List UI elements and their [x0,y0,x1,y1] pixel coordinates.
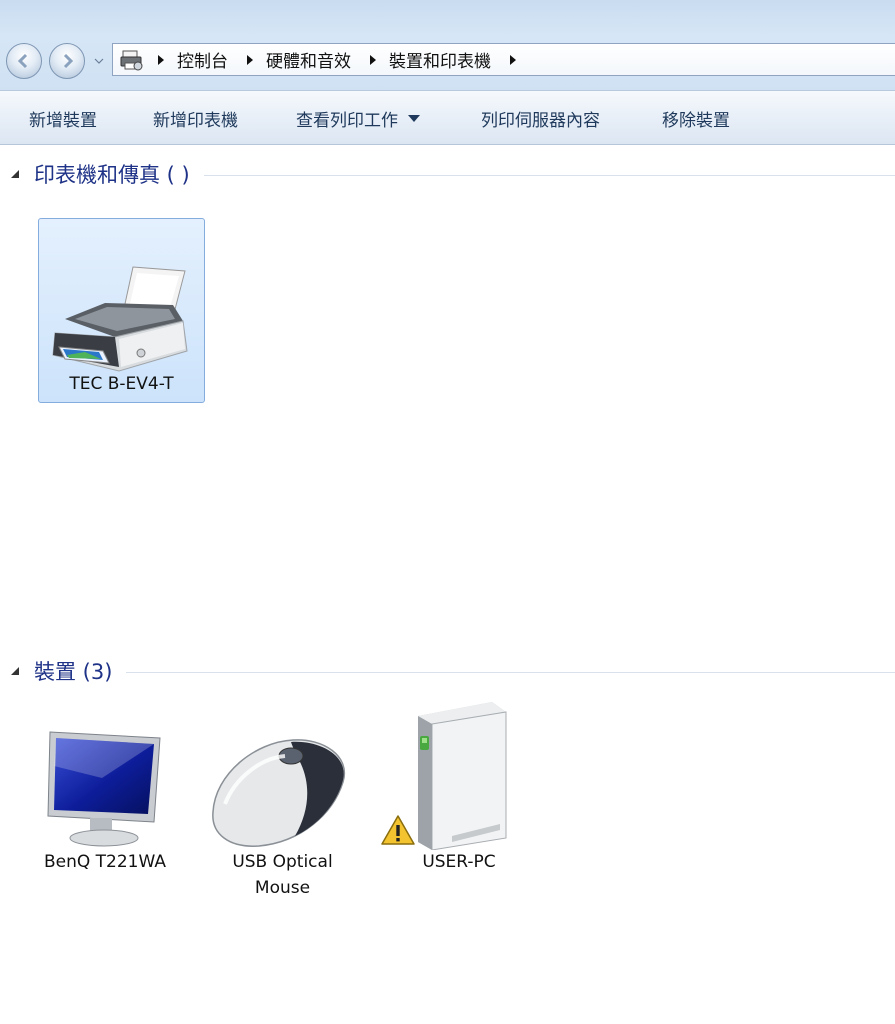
address-bar[interactable]: 控制台 硬體和音效 裝置和印表機 [112,43,895,76]
print-server-properties-button[interactable]: 列印伺服器內容 [481,106,600,131]
print-server-properties-label: 列印伺服器內容 [481,111,600,131]
device-item-mouse[interactable]: USB Optical Mouse [205,720,360,900]
breadcrumb-separator-icon[interactable] [157,54,165,65]
add-printer-button[interactable]: 新增印表機 [153,106,238,131]
group-divider [126,671,895,673]
see-print-jobs-button[interactable]: 查看列印工作 [296,106,420,131]
devices-group-title: 裝置 (3) [34,660,113,684]
remove-device-button[interactable]: 移除裝置 [662,106,730,131]
window-titlebar: 控制台 硬體和音效 裝置和印表機 [0,0,895,90]
forward-arrow-icon [63,53,74,69]
breadcrumb-separator-icon[interactable] [369,54,377,65]
printer-icon [52,266,188,372]
back-button[interactable] [6,43,42,79]
see-print-jobs-label: 查看列印工作 [296,111,398,131]
printer-label: TEC B-EV4-T [69,374,174,394]
back-arrow-icon [17,53,28,69]
device-label: USER-PC [422,852,496,872]
breadcrumb-devices-printers[interactable]: 裝置和印表機 [389,47,491,72]
group-divider [203,174,895,176]
devices-group-header[interactable]: 裝置 (3) [10,656,895,686]
device-label: BenQ T221WA [43,852,167,872]
device-item-computer[interactable]: USER-PC [380,700,540,880]
device-item-monitor[interactable]: BenQ T221WA [30,720,180,880]
breadcrumb-hardware-sound[interactable]: 硬體和音效 [266,47,351,72]
remove-device-label: 移除裝置 [662,111,730,131]
breadcrumb-control-panel[interactable]: 控制台 [177,47,228,72]
warning-icon [381,815,415,845]
add-printer-label: 新增印表機 [153,111,238,131]
breadcrumb-separator-icon[interactable] [509,54,517,65]
monitor-icon [47,731,161,847]
chevron-down-icon [408,114,420,122]
device-label-line2: Mouse [254,878,311,898]
printers-group-header[interactable]: 印表機和傳真 ( ) [10,159,895,189]
breadcrumb-separator-icon[interactable] [246,54,254,65]
forward-button[interactable] [49,43,85,79]
collapse-triangle-icon[interactable] [10,169,20,179]
printers-group-title: 印表機和傳真 ( ) [34,163,190,187]
command-toolbar: 新增裝置 新增印表機 查看列印工作 列印伺服器內容 移除裝置 [0,90,895,145]
add-device-label: 新增裝置 [29,111,97,131]
printer-item[interactable]: TEC B-EV4-T [38,218,205,403]
devices-printers-folder-icon [120,50,143,70]
mouse-icon [212,739,346,847]
device-label-line1: USB Optical [232,852,333,872]
add-device-button[interactable]: 新增裝置 [29,106,97,131]
collapse-triangle-icon[interactable] [10,666,20,676]
recent-pages-dropdown-icon[interactable] [94,56,104,66]
